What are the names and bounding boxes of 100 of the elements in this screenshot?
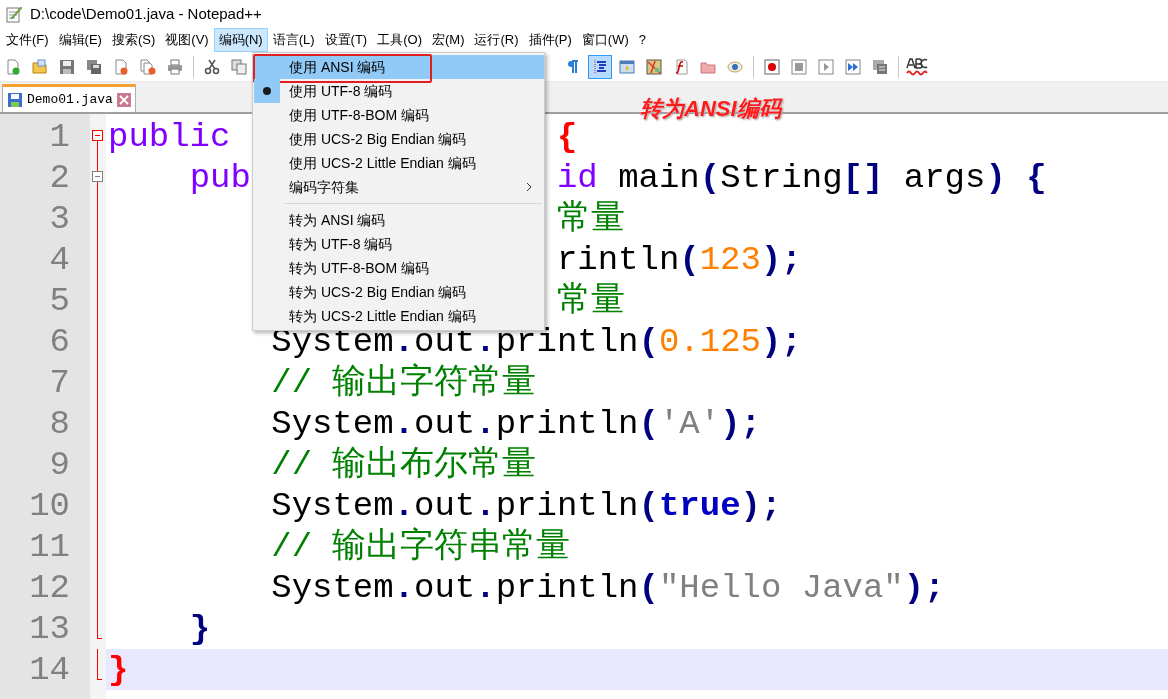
menu-item[interactable]: 插件(P) (523, 28, 577, 52)
spellcheck-icon (906, 57, 928, 76)
menu-item[interactable]: 视图(V) (160, 28, 214, 52)
eye-icon (727, 58, 743, 75)
line-number: 5 (49, 283, 70, 318)
play-icon (818, 58, 834, 75)
new-file-icon (5, 58, 21, 75)
code-token: ); (740, 488, 782, 523)
code-token: println (495, 406, 639, 441)
save-icon (7, 91, 23, 108)
menu-item[interactable]: 编辑(E) (53, 28, 107, 52)
line-number: 4 (49, 242, 70, 277)
code-token: . (393, 488, 415, 523)
fold-toggle-icon[interactable] (92, 130, 103, 141)
code-token: out (414, 488, 476, 523)
menu-option[interactable]: 使用 UCS-2 Big Endian 编码 (253, 127, 544, 151)
map-icon (646, 58, 662, 75)
stop-icon (791, 58, 807, 75)
menu-item[interactable]: 宏(M) (426, 28, 470, 52)
menu-item[interactable]: 窗口(W) (576, 28, 634, 52)
code-token: System (271, 406, 394, 441)
annotation-label: 转为ANSI编码 (640, 95, 781, 123)
line-number: 11 (29, 529, 70, 564)
menu-option[interactable]: 转为 ANSI 编码 (253, 208, 544, 232)
window-panel-icon (619, 58, 635, 75)
code-token: . (475, 488, 496, 523)
code-token: 123 (699, 242, 761, 277)
code-token: public (108, 119, 231, 154)
code-token: out (414, 406, 476, 441)
menu-item[interactable]: 设置(T) (319, 28, 373, 52)
code-token: [] (842, 160, 884, 195)
fold-toggle-icon[interactable] (92, 171, 103, 182)
close-all-icon (140, 58, 156, 75)
line-number: 3 (49, 201, 70, 236)
fast-forward-icon (845, 58, 861, 75)
code-token: ); (760, 324, 802, 359)
menu-option[interactable]: 转为 UTF-8-BOM 编码 (253, 256, 544, 280)
menu-item[interactable]: 搜索(S) (106, 28, 161, 52)
code-token: 'A' (658, 406, 721, 441)
code-token: System (271, 488, 394, 523)
menu-item[interactable]: 编码(N) (213, 28, 268, 52)
close-icon[interactable] (116, 92, 131, 107)
menu-option[interactable]: 转为 UCS-2 Big Endian 编码 (253, 280, 544, 304)
menu-item[interactable]: 运行(R) (469, 28, 524, 52)
line-number: 2 (49, 160, 70, 195)
close-file-icon (113, 58, 129, 75)
indent-guide-icon (592, 58, 608, 75)
code-token: // 输出布尔常量 (271, 447, 537, 482)
code-token: ) (985, 160, 1006, 195)
code-token: out (414, 570, 476, 605)
code-token: ( (638, 570, 659, 605)
code-token: "Hello Java" (658, 570, 904, 605)
scissors-icon (204, 58, 220, 75)
open-folder-icon (32, 58, 48, 75)
code-token: ( (638, 488, 659, 523)
copy-icon (231, 58, 247, 75)
menu-option[interactable]: 转为 UTF-8 编码 (253, 232, 544, 256)
code-token: System (271, 570, 394, 605)
code-token: id (556, 160, 598, 195)
code-token: . (393, 570, 415, 605)
menu-option[interactable]: 使用 UCS-2 Little Endian 编码 (253, 151, 544, 175)
menu-option[interactable]: 使用 UTF-8-BOM 编码 (253, 103, 544, 127)
code-token: // 输出字符串常量 (271, 529, 571, 564)
line-number: 6 (49, 324, 70, 359)
line-number: 7 (49, 365, 70, 400)
code-token: } (108, 652, 129, 687)
code-token: pub (189, 160, 251, 195)
file-tab[interactable]: Demo01.java (2, 84, 136, 112)
menu-item[interactable]: ? (633, 28, 652, 52)
code-token: rintln (556, 242, 680, 277)
code-token: 0.125 (658, 324, 761, 359)
menu-item[interactable]: 语言(L) (267, 28, 320, 52)
code-token: ); (903, 570, 945, 605)
code-token: 常量 (556, 283, 625, 318)
code-token: } (189, 611, 211, 646)
code-token: 常量 (556, 201, 625, 236)
line-number: 10 (29, 488, 70, 523)
code-token: println (495, 570, 639, 605)
code-token: . (475, 406, 496, 441)
line-number: 8 (49, 406, 70, 441)
menu-option[interactable]: 使用 UTF-8 编码 (253, 79, 544, 103)
save-icon (59, 58, 75, 75)
code-token: String (720, 160, 843, 195)
code-token: println (495, 488, 639, 523)
tab-label: Demo01.java (27, 90, 113, 109)
code-token: . (393, 406, 415, 441)
code-token: true (658, 488, 741, 523)
code-token: . (475, 570, 496, 605)
save-all-icon (86, 58, 102, 75)
code-token: { (556, 119, 578, 154)
line-number: 9 (49, 447, 70, 482)
code-token: ); (720, 406, 761, 441)
window-title: D:\code\Demo01.java - Notepad++ (30, 3, 262, 24)
toolbar-button[interactable] (588, 54, 612, 79)
menu-item[interactable]: 文件(F) (1, 28, 54, 52)
menu-item[interactable]: 工具(O) (372, 28, 427, 52)
bullet-icon (263, 87, 271, 95)
line-number: 14 (29, 652, 70, 687)
menu-option[interactable]: 编码字符集 (253, 175, 544, 199)
code-token: ( (679, 242, 700, 277)
